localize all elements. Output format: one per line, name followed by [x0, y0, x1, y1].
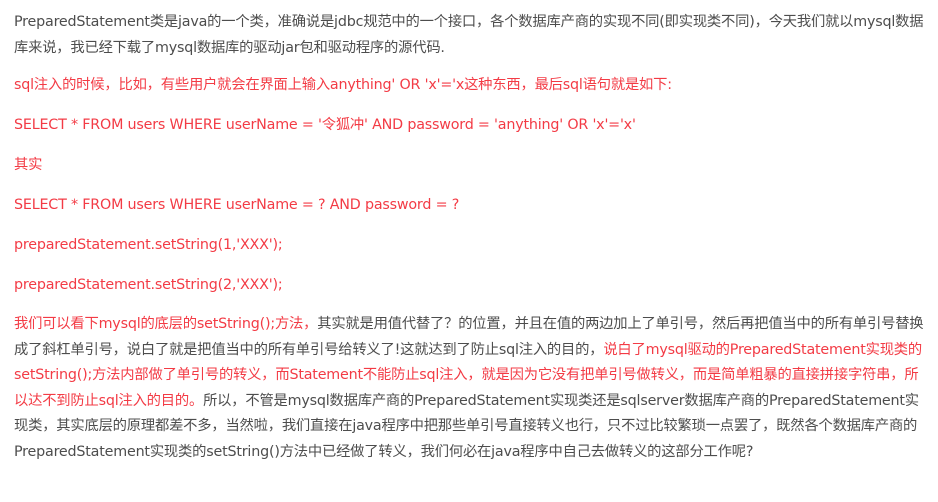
article-content: PreparedStatement类是java的一个类，准确说是jdbc规范中的… [0, 0, 938, 465]
explanation-paragraph: 我们可以看下mysql的底层的setString();方法，其实就是用值代替了？… [14, 312, 928, 465]
intro-paragraph: PreparedStatement类是java的一个类，准确说是jdbc规范中的… [14, 14, 924, 56]
sql-prepared-statement: SELECT * FROM users WHERE userName = ? A… [14, 197, 460, 213]
sql-injection-note: sql注入的时候，比如，有些用户就会在界面上输入anything' OR 'x'… [14, 77, 672, 93]
explanation-red-part-1: 我们可以看下mysql的底层的setString();方法， [14, 316, 318, 332]
set-string-line-1: preparedStatement.setString(1,'XXX'); [14, 237, 283, 253]
set-string-line-2: preparedStatement.setString(2,'XXX'); [14, 277, 283, 293]
actually-label: 其实 [14, 157, 43, 173]
sql-injected-statement: SELECT * FROM users WHERE userName = '令狐… [14, 117, 636, 133]
